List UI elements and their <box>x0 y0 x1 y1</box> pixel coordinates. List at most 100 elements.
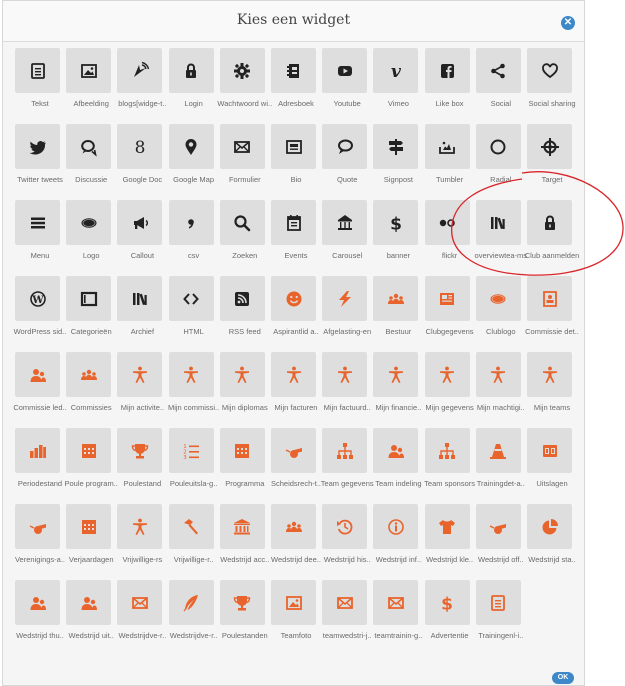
widget-tile[interactable]: v <box>373 48 419 93</box>
widget-item[interactable]: Periodestand <box>15 428 66 504</box>
widget-item[interactable]: Mijn facturen <box>271 352 322 428</box>
widget-item[interactable]: RSS feed <box>219 276 271 352</box>
widget-tile[interactable] <box>424 48 470 93</box>
widget-item[interactable]: Bestuur <box>373 276 424 352</box>
widget-item[interactable]: Vrijwillige-rs <box>117 504 168 580</box>
widget-item[interactable]: 8 Google Doc <box>117 124 168 200</box>
widget-tile[interactable] <box>168 276 214 321</box>
widget-tile[interactable] <box>475 124 521 169</box>
widget-tile[interactable] <box>15 580 60 625</box>
widget-item[interactable]: Afgelasting-en <box>322 276 373 352</box>
widget-item[interactable]: Logo <box>66 200 117 276</box>
widget-tile[interactable] <box>322 428 368 473</box>
widget-tile[interactable] <box>66 580 112 625</box>
widget-item[interactable]: Mijn machtigi.. <box>475 352 527 428</box>
widget-item[interactable]: $ Advertentie <box>424 580 476 656</box>
widget-tile[interactable]: 123 <box>168 428 214 473</box>
widget-tile[interactable] <box>271 276 316 321</box>
widget-item[interactable]: HTML <box>168 276 220 352</box>
widget-tile[interactable] <box>475 428 521 473</box>
widget-tile[interactable] <box>66 352 112 397</box>
widget-tile[interactable] <box>66 48 112 93</box>
widget-item[interactable]: Teamfoto <box>271 580 322 656</box>
widget-tile[interactable] <box>271 200 316 245</box>
widget-tile[interactable] <box>15 124 60 169</box>
widget-item[interactable]: Youtube <box>322 48 373 124</box>
widget-tile[interactable] <box>527 504 572 549</box>
widget-tile[interactable] <box>117 428 163 473</box>
widget-item[interactable]: Radial <box>475 124 527 200</box>
widget-item[interactable]: Commissies <box>66 352 117 428</box>
widget-tile[interactable] <box>271 504 316 549</box>
widget-item[interactable]: Clubgegevens <box>424 276 476 352</box>
widget-tile[interactable] <box>527 428 572 473</box>
widget-tile[interactable] <box>322 580 368 625</box>
widget-item[interactable]: Mijn teams <box>527 352 578 428</box>
widget-tile[interactable] <box>475 580 521 625</box>
widget-tile[interactable] <box>475 504 521 549</box>
widget-tile[interactable] <box>168 352 214 397</box>
widget-item[interactable]: teamwedstri-j.. <box>322 580 373 656</box>
widget-item[interactable]: Bio <box>271 124 322 200</box>
widget-tile[interactable] <box>66 200 112 245</box>
widget-item[interactable]: Scheidsrech-t.. <box>271 428 322 504</box>
widget-item[interactable]: Wedstrijd kle.. <box>424 504 476 580</box>
widget-tile[interactable] <box>117 48 163 93</box>
widget-tile[interactable]: $ <box>373 200 419 245</box>
widget-tile[interactable] <box>219 48 265 93</box>
widget-item[interactable]: Mijn diplomas <box>219 352 271 428</box>
widget-tile[interactable] <box>424 504 470 549</box>
widget-item[interactable]: Commissie det.. <box>525 276 579 352</box>
widget-tile[interactable] <box>475 200 521 245</box>
widget-item[interactable]: overviewtea-ms <box>475 200 527 276</box>
widget-tile[interactable] <box>219 200 265 245</box>
widget-item[interactable]: Trainingdet-a.. <box>475 428 527 504</box>
widget-tile[interactable] <box>15 200 60 245</box>
widget-tile[interactable] <box>66 428 112 473</box>
widget-item[interactable]: Team indeling <box>373 428 424 504</box>
widget-item[interactable]: v Vimeo <box>373 48 424 124</box>
widget-tile[interactable]: W <box>15 276 60 321</box>
widget-tile[interactable] <box>527 124 572 169</box>
widget-item[interactable]: Club aanmelden <box>525 200 579 276</box>
widget-tile[interactable] <box>117 352 163 397</box>
widget-tile[interactable] <box>424 428 470 473</box>
widget-item[interactable]: Mijn financie.. <box>373 352 424 428</box>
widget-item[interactable]: Callout <box>117 200 168 276</box>
widget-item[interactable]: Verjaardagen <box>66 504 117 580</box>
widget-tile[interactable] <box>527 48 572 93</box>
widget-tile[interactable]: $ <box>424 580 470 625</box>
widget-item[interactable]: Signpost <box>373 124 424 200</box>
widget-item[interactable]: Programma <box>219 428 271 504</box>
widget-tile[interactable] <box>475 48 521 93</box>
widget-item[interactable]: Wedstrijd uit.. <box>66 580 117 656</box>
widget-item[interactable]: Categorieën <box>66 276 117 352</box>
widget-tile[interactable] <box>168 48 214 93</box>
widget-item[interactable]: Wedstrijd acc.. <box>219 504 271 580</box>
widget-item[interactable]: Team sponsors <box>424 428 476 504</box>
widget-item[interactable]: Like box <box>424 48 476 124</box>
close-icon[interactable]: ✕ <box>561 16 575 30</box>
widget-tile[interactable] <box>373 276 419 321</box>
widget-tile[interactable] <box>168 580 214 625</box>
widget-tile[interactable] <box>117 580 163 625</box>
widget-item[interactable]: Uitslagen <box>527 428 578 504</box>
widget-item[interactable]: Events <box>271 200 322 276</box>
widget-tile[interactable] <box>475 276 521 321</box>
widget-tile[interactable] <box>322 124 368 169</box>
widget-tile[interactable] <box>373 504 419 549</box>
widget-tile[interactable] <box>527 200 572 245</box>
widget-item[interactable]: Wedstrijd inf.. <box>373 504 424 580</box>
widget-item[interactable]: Poulestanden <box>219 580 271 656</box>
widget-item[interactable]: Social <box>475 48 527 124</box>
widget-item[interactable]: Verenigings-a.. <box>15 504 66 580</box>
widget-tile[interactable] <box>66 276 112 321</box>
widget-tile[interactable] <box>373 428 419 473</box>
widget-tile[interactable] <box>373 352 419 397</box>
widget-item[interactable]: Wedstrijd thu.. <box>15 580 66 656</box>
widget-item[interactable]: Login <box>168 48 220 124</box>
widget-item[interactable]: Team gegevens <box>321 428 374 504</box>
widget-item[interactable]: Zoeken <box>219 200 271 276</box>
widget-tile[interactable] <box>219 124 265 169</box>
widget-tile[interactable] <box>271 48 316 93</box>
